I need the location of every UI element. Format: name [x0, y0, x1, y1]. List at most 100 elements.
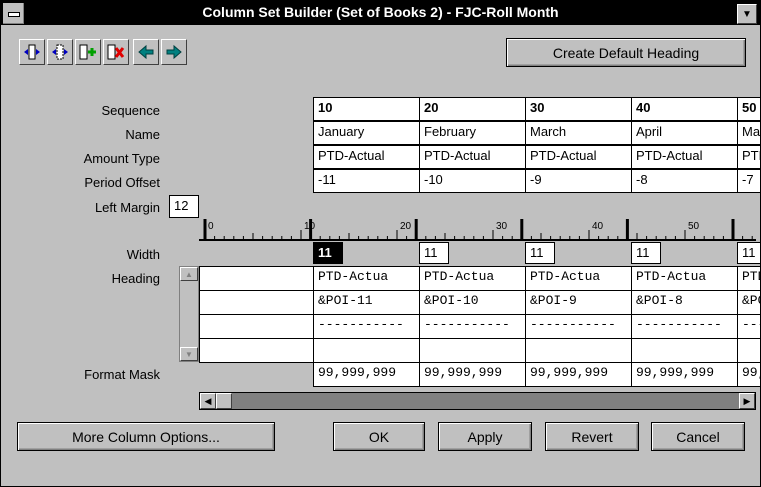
column-amount_type-cell[interactable]: PTD-Actual	[419, 145, 526, 169]
column-sequence-cell[interactable]: 40	[631, 97, 738, 121]
column-heading-0-cell[interactable]: PTD-Actua	[737, 266, 760, 291]
column-sequence-cell[interactable]: 30	[525, 97, 632, 121]
column-set-builder-window: Column Set Builder (Set of Books 2) - FJ…	[0, 0, 761, 487]
move-column-icon	[52, 44, 68, 60]
scroll-right-icon	[166, 44, 182, 60]
column-period_offset-cell[interactable]: -9	[525, 169, 632, 193]
column-width-cell[interactable]: 11	[313, 242, 343, 264]
sequence-label: Sequence	[101, 103, 160, 118]
column-width-cell[interactable]: 11	[737, 242, 760, 264]
column-amount_type-cell[interactable]: PTD-Actual	[525, 145, 632, 169]
period-offset-label: Period Offset	[84, 175, 160, 190]
column-period_offset-cell[interactable]: -8	[631, 169, 738, 193]
cancel-label: Cancel	[676, 428, 720, 445]
revert-button[interactable]: Revert	[545, 422, 639, 451]
heading-left-cell[interactable]	[199, 338, 315, 363]
column-heading-1-cell[interactable]: &POI-10	[419, 290, 526, 315]
column-format_mask-cell[interactable]: 99,999,999	[525, 362, 632, 387]
column-heading-0-cell[interactable]: PTD-Actua	[525, 266, 632, 291]
insert-column-button[interactable]	[19, 39, 45, 65]
column-amount_type-cell[interactable]: PTD-Actual	[631, 145, 738, 169]
column-name-cell[interactable]: February	[419, 121, 526, 145]
create-default-heading-label: Create Default Heading	[552, 44, 700, 61]
column-format_mask-cell[interactable]: 99,999,999	[631, 362, 738, 387]
column-heading-3-cell[interactable]	[419, 338, 526, 363]
column-heading-1-cell[interactable]: &POI-9	[525, 290, 632, 315]
insert-column-icon	[24, 44, 40, 60]
create-default-heading-button[interactable]: Create Default Heading	[506, 38, 746, 67]
ruler-number: 0	[208, 221, 214, 232]
column-heading-3-cell[interactable]	[313, 338, 420, 363]
scroll-right-arrow-icon[interactable]: ▶	[739, 393, 755, 409]
revert-label: Revert	[571, 428, 613, 445]
column-name-cell[interactable]: May	[737, 121, 760, 145]
scroll-up-icon[interactable]: ▲	[180, 267, 198, 281]
column-heading-1-cell[interactable]: &POI-11	[313, 290, 420, 315]
column-width-cell[interactable]: 11	[419, 242, 449, 264]
column-amount_type-cell[interactable]: PTD-Actual	[313, 145, 420, 169]
column-period_offset-cell[interactable]: -7	[737, 169, 760, 193]
heading-left-cell[interactable]	[199, 314, 315, 339]
column-heading-0-cell[interactable]: PTD-Actua	[419, 266, 526, 291]
column-name-cell[interactable]: March	[525, 121, 632, 145]
down-arrow-icon: ▼	[742, 8, 752, 20]
scroll-left-button[interactable]	[133, 39, 159, 65]
column-period_offset-cell[interactable]: -11	[313, 169, 420, 193]
column-heading-2-cell[interactable]: -----------	[313, 314, 420, 339]
scroll-left-arrow-icon[interactable]: ◀	[200, 393, 216, 409]
heading-left-cell[interactable]	[199, 290, 315, 315]
amount-type-label: Amount Type	[83, 151, 160, 166]
minimize-button[interactable]: ▼	[737, 4, 757, 24]
column-boundary-marker[interactable]	[203, 219, 207, 240]
delete-column-icon	[107, 44, 125, 60]
add-column-icon	[79, 44, 96, 60]
more-column-options-label: More Column Options...	[72, 428, 220, 445]
left-margin-input[interactable]: 12	[169, 195, 199, 218]
add-column-button[interactable]	[75, 39, 101, 65]
column-heading-1-cell[interactable]: &POI-8	[631, 290, 738, 315]
column-period_offset-cell[interactable]: -10	[419, 169, 526, 193]
delete-column-button[interactable]	[103, 39, 129, 65]
name-label: Name	[125, 127, 160, 142]
column-boundary-marker[interactable]	[309, 219, 313, 240]
column-heading-2-cell[interactable]: -----------	[631, 314, 738, 339]
column-sequence-cell[interactable]: 20	[419, 97, 526, 121]
cancel-button[interactable]: Cancel	[651, 422, 745, 451]
more-column-options-button[interactable]: More Column Options...	[17, 422, 275, 451]
column-name-cell[interactable]: January	[313, 121, 420, 145]
column-heading-3-cell[interactable]	[525, 338, 632, 363]
heading-vertical-scrollbar[interactable]: ▲ ▼	[179, 266, 199, 362]
scroll-down-icon[interactable]: ▼	[180, 347, 198, 361]
column-sequence-cell[interactable]: 10	[313, 97, 420, 121]
format-mask-label: Format Mask	[84, 367, 160, 382]
column-heading-2-cell[interactable]: -----------	[419, 314, 526, 339]
column-format_mask-cell[interactable]: 99,999,999	[737, 362, 760, 387]
apply-button[interactable]: Apply	[438, 422, 532, 451]
scroll-left-icon	[138, 44, 154, 60]
column-heading-3-cell[interactable]	[737, 338, 760, 363]
heading-left-cell[interactable]	[199, 266, 315, 291]
horizontal-scrollbar[interactable]: ◀ ▶	[199, 392, 756, 410]
column-heading-0-cell[interactable]: PTD-Actua	[313, 266, 420, 291]
column-name-cell[interactable]: April	[631, 121, 738, 145]
column-heading-3-cell[interactable]	[631, 338, 738, 363]
width-label: Width	[126, 247, 160, 262]
apply-label: Apply	[467, 428, 503, 445]
column-heading-0-cell[interactable]: PTD-Actua	[631, 266, 738, 291]
move-column-button[interactable]	[47, 39, 73, 65]
column-amount_type-cell[interactable]: PTD-Actual	[737, 145, 760, 169]
column-format_mask-cell[interactable]: 99,999,999	[419, 362, 526, 387]
column-heading-2-cell[interactable]: -----------	[737, 314, 760, 339]
column-format_mask-cell[interactable]: 99,999,999	[313, 362, 420, 387]
column-heading-2-cell[interactable]: -----------	[525, 314, 632, 339]
column-sequence-cell[interactable]: 50	[737, 97, 760, 121]
scroll-right-button[interactable]	[161, 39, 187, 65]
system-menu-button[interactable]	[3, 3, 24, 24]
column-width-cell[interactable]: 11	[525, 242, 555, 264]
ok-button[interactable]: OK	[333, 422, 425, 451]
column-heading-1-cell[interactable]: &POI-7	[737, 290, 760, 315]
left-margin-label: Left Margin	[94, 200, 160, 215]
column-width-cell[interactable]: 11	[631, 242, 661, 264]
heading-label: Heading	[111, 271, 160, 286]
scroll-thumb[interactable]	[216, 393, 232, 409]
